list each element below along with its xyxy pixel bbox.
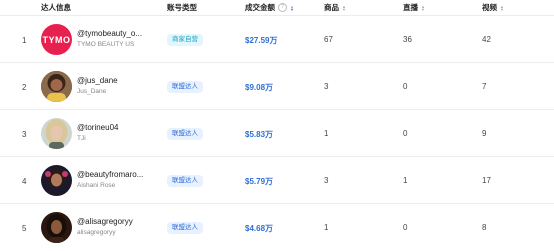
- account-type-badge: 联盟达人: [167, 128, 203, 140]
- video-count: 7: [482, 82, 487, 91]
- avatar[interactable]: [41, 212, 72, 243]
- video-count: 9: [482, 129, 487, 138]
- info-icon[interactable]: ?: [278, 3, 287, 12]
- header-account-type: 账号类型: [167, 2, 197, 13]
- sales-amount: $5.83万: [245, 130, 274, 139]
- live-count: 0: [403, 82, 408, 91]
- creator-name: alisagregoryy: [77, 229, 116, 236]
- header-goods-label: 商品: [324, 3, 339, 12]
- brand-logo-text: TYMO: [42, 34, 71, 45]
- header-video-label: 视频: [482, 3, 497, 12]
- header-sales[interactable]: 成交金额 ? ▲ ▼: [245, 2, 294, 13]
- sort-icon[interactable]: ▲ ▼: [342, 4, 346, 11]
- video-count: 17: [482, 176, 491, 185]
- avatar[interactable]: TYMO: [41, 24, 72, 55]
- row-index: 4: [22, 177, 27, 186]
- sales-amount: $5.79万: [245, 177, 274, 186]
- video-count: 8: [482, 223, 487, 232]
- creator-handle[interactable]: @torineu04: [77, 123, 118, 132]
- goods-count: 1: [324, 129, 329, 138]
- live-count: 36: [403, 35, 412, 44]
- video-count: 42: [482, 35, 491, 44]
- account-type-badge: 联盟达人: [167, 222, 203, 234]
- header-account-type-label: 账号类型: [167, 3, 197, 12]
- table-row[interactable]: 4 @beautyfromaro... Aishani Rose 联盟达人 $5…: [0, 156, 554, 204]
- avatar[interactable]: [41, 71, 72, 102]
- goods-count: 3: [324, 176, 329, 185]
- goods-count: 3: [324, 82, 329, 91]
- avatar-photo: [41, 118, 72, 149]
- row-index: 1: [22, 36, 27, 45]
- live-count: 0: [403, 223, 408, 232]
- header-goods[interactable]: 商品 ▲ ▼: [324, 2, 346, 13]
- creator-name: Aishani Rose: [77, 182, 116, 189]
- account-type-badge: 商家自营: [167, 34, 203, 46]
- creator-ranking-table: 达人信息 账号类型 成交金额 ? ▲ ▼ 商品 ▲ ▼ 直播 ▲ ▼ 视频 ▲ ▼ 1 …: [0, 0, 554, 251]
- avatar[interactable]: [41, 118, 72, 149]
- live-count: 0: [403, 129, 408, 138]
- creator-handle[interactable]: @beautyfromaro...: [77, 170, 143, 179]
- header-creator: 达人信息: [41, 2, 71, 13]
- avatar-photo: [41, 165, 72, 196]
- row-index: 3: [22, 130, 27, 139]
- table-row[interactable]: 2 @jus_dane Jus_Dane 联盟达人 $9.08万 3 0 7: [0, 62, 554, 110]
- header-video[interactable]: 视频 ▲ ▼: [482, 2, 504, 13]
- row-index: 2: [22, 83, 27, 92]
- sort-icon[interactable]: ▲ ▼: [421, 4, 425, 11]
- creator-name: Jus_Dane: [77, 88, 107, 95]
- creator-handle[interactable]: @jus_dane: [77, 76, 118, 85]
- goods-count: 1: [324, 223, 329, 232]
- creator-handle[interactable]: @alisagregoryy: [77, 217, 133, 226]
- live-count: 1: [403, 176, 408, 185]
- header-live-label: 直播: [403, 3, 418, 12]
- sort-icon[interactable]: ▲ ▼: [500, 4, 504, 11]
- sales-amount: $4.68万: [245, 224, 274, 233]
- header-creator-label: 达人信息: [41, 3, 71, 12]
- creator-handle[interactable]: @tymobeauty_o...: [77, 29, 142, 38]
- account-type-badge: 联盟达人: [167, 175, 203, 187]
- avatar-photo: [41, 212, 72, 243]
- sales-amount: $9.08万: [245, 83, 274, 92]
- table-row[interactable]: 1 TYMO @tymobeauty_o... TYMO BEAUTY US 商…: [0, 15, 554, 63]
- table-header: 达人信息 账号类型 成交金额 ? ▲ ▼ 商品 ▲ ▼ 直播 ▲ ▼ 视频 ▲ ▼: [0, 0, 554, 14]
- avatar-photo: [41, 71, 72, 102]
- creator-name: TYMO BEAUTY US: [77, 41, 135, 48]
- table-row[interactable]: 3 @torineu04 TJi 联盟达人 $5.83万 1 0 9: [0, 109, 554, 157]
- account-type-badge: 联盟达人: [167, 81, 203, 93]
- avatar[interactable]: [41, 165, 72, 196]
- table-row[interactable]: 5 @alisagregoryy alisagregoryy 联盟达人 $4.6…: [0, 203, 554, 251]
- row-index: 5: [22, 224, 27, 233]
- goods-count: 67: [324, 35, 333, 44]
- header-sales-label: 成交金额: [245, 3, 275, 12]
- sort-icon[interactable]: ▲ ▼: [290, 4, 294, 11]
- sales-amount: $27.59万: [245, 36, 278, 45]
- creator-name: TJi: [77, 135, 86, 142]
- header-live[interactable]: 直播 ▲ ▼: [403, 2, 425, 13]
